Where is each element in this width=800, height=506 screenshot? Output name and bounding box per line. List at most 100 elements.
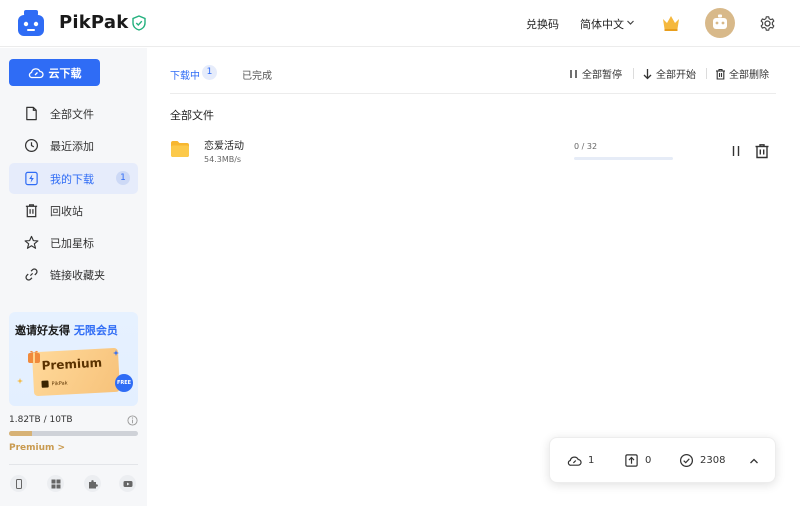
download-lightning-icon xyxy=(25,171,38,186)
sidebar-item-label: 已加星标 xyxy=(50,236,94,250)
sidebar-item-recent[interactable]: 最近添加 xyxy=(9,130,138,161)
pause-icon[interactable] xyxy=(730,145,742,157)
extension-puzzle-icon xyxy=(88,479,98,488)
verified-shield-icon xyxy=(132,15,146,31)
pikpak-logo-icon[interactable] xyxy=(16,9,46,37)
sidebar-item-label: 回收站 xyxy=(50,204,83,218)
sidebar-item-label: 全部文件 xyxy=(50,107,94,121)
file-name[interactable]: 恋爱活动 xyxy=(204,137,244,152)
sidebar-item-trash[interactable]: 回收站 xyxy=(9,195,138,226)
file-icon xyxy=(26,106,37,121)
sidebar-item-starred[interactable]: 已加星标 xyxy=(9,227,138,258)
download-speed: 54.3MB/s xyxy=(204,155,242,164)
premium-card-brand: PikPak xyxy=(41,379,68,388)
completed-status[interactable]: 2308 xyxy=(679,453,725,468)
browser-extension-button[interactable] xyxy=(84,475,101,492)
cloud-link-icon xyxy=(567,456,582,466)
cloud-download-label: 云下载 xyxy=(48,66,82,80)
premium-card-title: Premium xyxy=(41,355,103,373)
trash-icon[interactable] xyxy=(754,143,770,159)
top-header: PikPak 兑换码 简体中文 xyxy=(0,0,800,47)
invite-promo-banner[interactable]: 邀请好友得 无限会员 Premium PikPak FREE xyxy=(9,312,138,406)
pikpak-mini-logo-icon xyxy=(41,380,49,388)
storage-usage-text: 1.82TB / 10TB xyxy=(9,415,73,425)
sidebar-divider xyxy=(9,464,138,465)
youtube-button[interactable] xyxy=(119,475,136,492)
promo-title-prefix: 邀请好友得 xyxy=(15,324,70,337)
youtube-icon xyxy=(123,480,132,487)
progress-text: 0 / 32 xyxy=(574,142,598,151)
info-icon[interactable] xyxy=(127,415,138,426)
delete-all-label: 全部删除 xyxy=(729,70,769,81)
premium-card: Premium PikPak xyxy=(31,347,121,397)
tab-downloading-label: 下载中 xyxy=(170,71,200,82)
sparkle-icon xyxy=(113,350,119,356)
folder-icon xyxy=(171,141,189,157)
clock-icon xyxy=(24,138,39,153)
avatar[interactable] xyxy=(705,8,735,38)
sidebar-item-link-favorites[interactable]: 链接收藏夹 xyxy=(9,259,138,290)
tab-completed[interactable]: 已完成 xyxy=(242,67,272,82)
completed-count: 2308 xyxy=(700,455,726,466)
downloading-count: 1 xyxy=(588,455,595,466)
star-icon xyxy=(24,235,39,249)
windows-app-button[interactable] xyxy=(47,475,64,492)
uploading-count: 0 xyxy=(645,455,652,466)
tab-downloading-count-badge: 1 xyxy=(202,65,217,80)
premium-link-label: Premium xyxy=(9,443,55,453)
cloud-download-button[interactable]: 云下载 xyxy=(9,59,100,86)
storage-progress-bar xyxy=(9,431,138,436)
gift-icon xyxy=(28,350,40,363)
main-divider xyxy=(170,93,776,94)
upload-icon xyxy=(625,454,638,467)
storage-progress-fill xyxy=(9,431,33,436)
download-count-badge: 1 xyxy=(116,171,130,185)
tab-downloading[interactable]: 下载中 xyxy=(170,67,200,82)
sidebar-item-all-files[interactable]: 全部文件 xyxy=(9,98,138,129)
settings-gear-icon[interactable] xyxy=(759,15,776,32)
phone-icon xyxy=(15,478,22,489)
sidebar: 云下载 全部文件 最近添加 我的下载 1 回收站 已加星标 链接收藏夹 邀请好友… xyxy=(0,48,147,506)
pause-icon xyxy=(570,69,577,78)
sidebar-item-my-downloads[interactable]: 我的下载 1 xyxy=(9,163,138,194)
transfer-status-panel[interactable]: 1 0 2308 xyxy=(549,437,776,483)
uploading-status[interactable]: 0 xyxy=(624,453,651,468)
file-progress-bar xyxy=(574,157,673,160)
redeem-code-link[interactable]: 兑换码 xyxy=(526,16,559,32)
mobile-app-button[interactable] xyxy=(10,475,27,492)
language-selector[interactable]: 简体中文 xyxy=(580,16,624,32)
section-title: 全部文件 xyxy=(170,109,214,122)
link-icon xyxy=(25,268,38,281)
sidebar-item-label: 我的下载 xyxy=(50,172,94,186)
pause-all-button[interactable]: 全部暂停 xyxy=(568,66,622,81)
promo-title: 邀请好友得 无限会员 xyxy=(15,322,118,338)
pause-all-label: 全部暂停 xyxy=(582,70,622,81)
premium-link[interactable]: Premium > xyxy=(9,443,65,453)
cloud-link-icon xyxy=(28,67,44,78)
sidebar-item-label: 链接收藏夹 xyxy=(50,268,105,282)
chevron-down-icon[interactable] xyxy=(626,18,635,27)
windows-icon xyxy=(51,479,60,488)
trash-icon xyxy=(716,68,725,80)
action-separator xyxy=(633,68,634,79)
chevron-right-icon: > xyxy=(57,443,66,453)
table-row[interactable]: 恋爱活动 54.3MB/s 0 / 32 xyxy=(170,134,776,170)
brand-name: PikPak xyxy=(59,12,129,33)
arrow-down-icon xyxy=(643,68,652,79)
tab-completed-label: 已完成 xyxy=(242,71,272,82)
chevron-up-icon[interactable] xyxy=(749,457,759,465)
robot-avatar-icon xyxy=(713,14,727,29)
free-badge: FREE xyxy=(115,374,133,392)
action-separator xyxy=(706,68,707,79)
check-circle-icon xyxy=(679,453,694,468)
start-all-button[interactable]: 全部开始 xyxy=(642,66,696,81)
start-all-label: 全部开始 xyxy=(656,70,696,81)
sparkle-icon xyxy=(17,378,23,384)
premium-card-brand-text: PikPak xyxy=(51,379,68,387)
trash-icon xyxy=(25,204,38,218)
downloading-status[interactable]: 1 xyxy=(567,453,594,468)
crown-icon[interactable] xyxy=(661,14,681,32)
delete-all-button[interactable]: 全部删除 xyxy=(715,66,769,81)
sidebar-item-label: 最近添加 xyxy=(50,139,94,153)
promo-title-highlight: 无限会员 xyxy=(73,324,118,337)
